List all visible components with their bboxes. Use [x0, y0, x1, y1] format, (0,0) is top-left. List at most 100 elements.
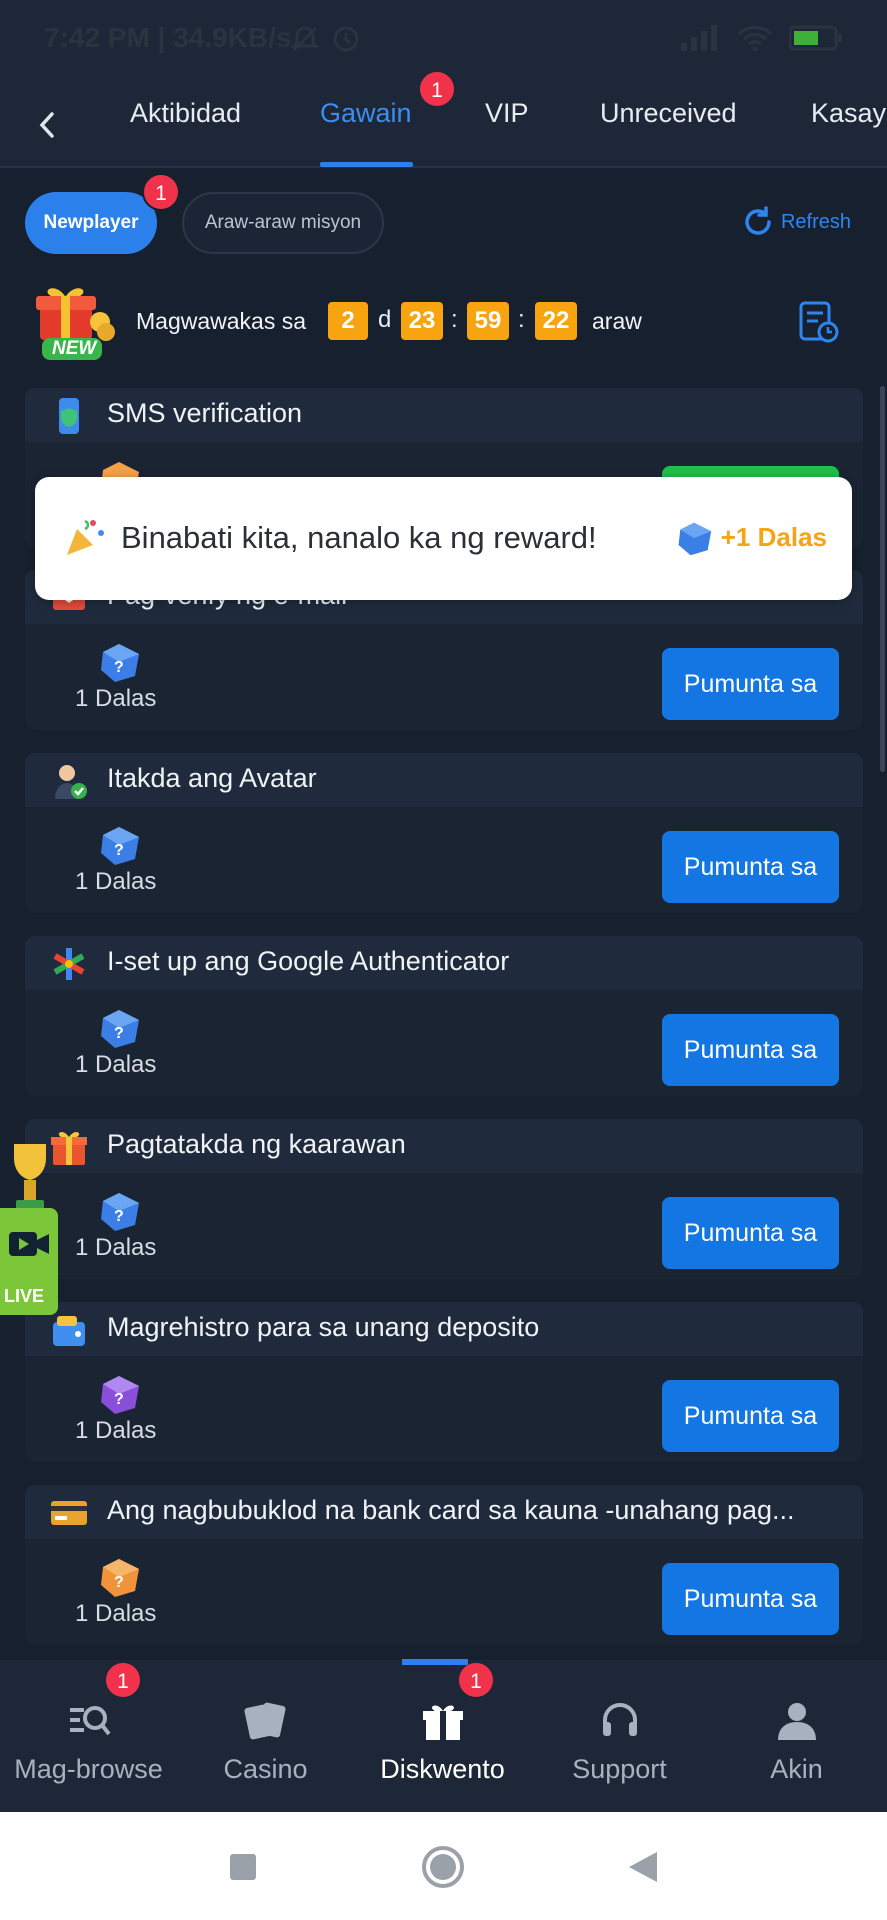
go-button[interactable]: Pumunta sa — [662, 1563, 839, 1635]
status-bar: 7:42 PM | 34.9KB/s — [0, 0, 887, 78]
nav-casino[interactable]: Casino — [177, 1660, 354, 1812]
new-badge-text: NEW — [52, 338, 97, 359]
alarm-icon — [330, 22, 362, 61]
blue-dice-icon: ? — [97, 1191, 141, 1233]
svg-text:?: ? — [114, 1208, 124, 1225]
live-label: LIVE — [4, 1286, 45, 1306]
tab-gawain[interactable]: Gawain — [320, 98, 412, 129]
signal-icon — [681, 25, 717, 51]
new-gift-icon: NEW — [30, 280, 122, 367]
svg-text:?: ? — [114, 842, 124, 859]
go-button[interactable]: Pumunta sa — [662, 648, 839, 720]
home-icon[interactable] — [421, 1845, 465, 1889]
task-title: I-set up ang Google Authenticator — [107, 946, 510, 976]
tab-kasay[interactable]: Kasay — [811, 98, 886, 129]
browse-search-icon — [70, 1706, 111, 1736]
nav-profile[interactable]: Akin — [708, 1660, 885, 1812]
task-title: Pagtatakda ng kaarawan — [107, 1129, 406, 1159]
task-card: Pagtatakda ng kaarawan ? 1 Dalas Pumunta… — [25, 1119, 863, 1279]
reward-toast: Binabati kita, nanalo ka ng reward! +1 D… — [35, 477, 852, 600]
video-camera-icon — [9, 1232, 49, 1256]
task-reward: 1 Dalas — [75, 1234, 157, 1261]
system-navigation-bar — [0, 1812, 887, 1920]
nav-profile-label: Akin — [770, 1754, 823, 1784]
countdown-seconds: 22 — [535, 302, 577, 340]
task-card: Itakda ang Avatar ? 1 Dalas Pumunta sa — [25, 753, 863, 913]
tab-aktibidad[interactable]: Aktibidad — [130, 98, 241, 129]
mute-icon — [290, 24, 320, 61]
nav-discount-label: Diskwento — [380, 1754, 505, 1784]
task-title: Magrehistro para sa unang deposito — [107, 1312, 540, 1342]
refresh-icon — [745, 206, 771, 235]
colon-separator: : — [451, 306, 458, 333]
wallet-icon — [49, 1310, 89, 1350]
browse-badge: 1 — [104, 1661, 142, 1699]
countdown-minutes: 59 — [467, 302, 509, 340]
scrollbar[interactable] — [880, 386, 885, 772]
back-button[interactable] — [28, 100, 68, 146]
tab-unreceived[interactable]: Unreceived — [600, 98, 737, 129]
nav-casino-label: Casino — [223, 1754, 308, 1784]
task-card: Ang nagbubuklod na bank card sa kauna -u… — [25, 1485, 863, 1645]
daily-mission-filter-button[interactable]: Araw-araw misyon — [182, 192, 384, 254]
newplayer-filter-button[interactable]: Newplayer — [25, 192, 157, 254]
history-icon[interactable] — [798, 300, 840, 349]
go-button[interactable]: Pumunta sa — [662, 1014, 839, 1086]
svg-text:?: ? — [114, 1574, 124, 1591]
bank-card-icon — [49, 1493, 89, 1533]
days-suffix: d — [378, 306, 392, 333]
recent-apps-icon[interactable] — [228, 1852, 258, 1882]
battery-icon — [789, 25, 842, 51]
task-reward: 1 Dalas — [75, 1417, 157, 1444]
orange-dice-icon: ? — [97, 1557, 141, 1599]
task-card: Magrehistro para sa unang deposito ? 1 D… — [25, 1302, 863, 1462]
ends-in-label: Magwawakas sa — [136, 308, 307, 334]
live-floating-button[interactable]: LIVE — [0, 1140, 60, 1315]
days-unit: araw — [592, 308, 642, 334]
blue-dice-icon — [675, 521, 713, 562]
chevron-left-icon — [39, 112, 54, 138]
task-card: I-set up ang Google Authenticator ? 1 Da… — [25, 936, 863, 1096]
nav-browse-label: Mag-browse — [14, 1754, 163, 1784]
toast-message: Binabati kita, nanalo ka ng reward! — [121, 520, 597, 555]
task-reward: 1 Dalas — [75, 685, 157, 712]
refresh-label: Refresh — [780, 210, 851, 233]
nav-support-label: Support — [572, 1754, 667, 1784]
active-tab-indicator — [320, 162, 413, 167]
toast-reward-amount: +1 Dalas — [720, 522, 827, 552]
discount-badge: 1 — [457, 1661, 495, 1699]
cards-icon — [244, 1702, 286, 1740]
task-reward: 1 Dalas — [75, 1051, 157, 1078]
countdown-days: 2 — [328, 302, 368, 340]
task-reward: 1 Dalas — [75, 1600, 157, 1627]
purple-dice-icon: ? — [97, 1374, 141, 1416]
task-title: Ang nagbubuklod na bank card sa kauna -u… — [107, 1495, 795, 1525]
colon-separator: : — [518, 306, 525, 333]
go-button[interactable]: Pumunta sa — [662, 831, 839, 903]
task-title: SMS verification — [107, 398, 303, 428]
nav-discount[interactable]: 1 Diskwento — [354, 1660, 531, 1812]
nav-support[interactable]: Support — [531, 1660, 708, 1812]
nav-browse[interactable]: 1 Mag-browse — [0, 1660, 177, 1812]
avatar-icon — [49, 761, 89, 801]
user-icon — [778, 1703, 816, 1740]
gift-icon — [423, 1705, 463, 1740]
go-button[interactable]: Pumunta sa — [662, 1380, 839, 1452]
newplayer-badge: 1 — [142, 173, 180, 211]
phone-shield-icon — [49, 396, 89, 436]
back-nav-icon[interactable] — [627, 1850, 659, 1884]
blue-dice-icon: ? — [97, 825, 141, 867]
party-popper-icon — [63, 515, 107, 564]
tab-vip[interactable]: VIP — [485, 98, 529, 129]
blue-dice-icon: ? — [97, 642, 141, 684]
go-button[interactable]: Pumunta sa — [662, 1197, 839, 1269]
headset-icon — [603, 1703, 637, 1736]
wifi-icon — [737, 26, 773, 52]
refresh-button[interactable]: Refresh — [741, 205, 851, 239]
active-nav-indicator — [402, 1659, 468, 1665]
task-reward: 1 Dalas — [75, 868, 157, 895]
countdown-hours: 23 — [401, 302, 443, 340]
status-time: 7:42 PM | 34.9KB/s — [44, 22, 292, 53]
svg-text:?: ? — [114, 659, 124, 676]
svg-text:?: ? — [114, 1025, 124, 1042]
